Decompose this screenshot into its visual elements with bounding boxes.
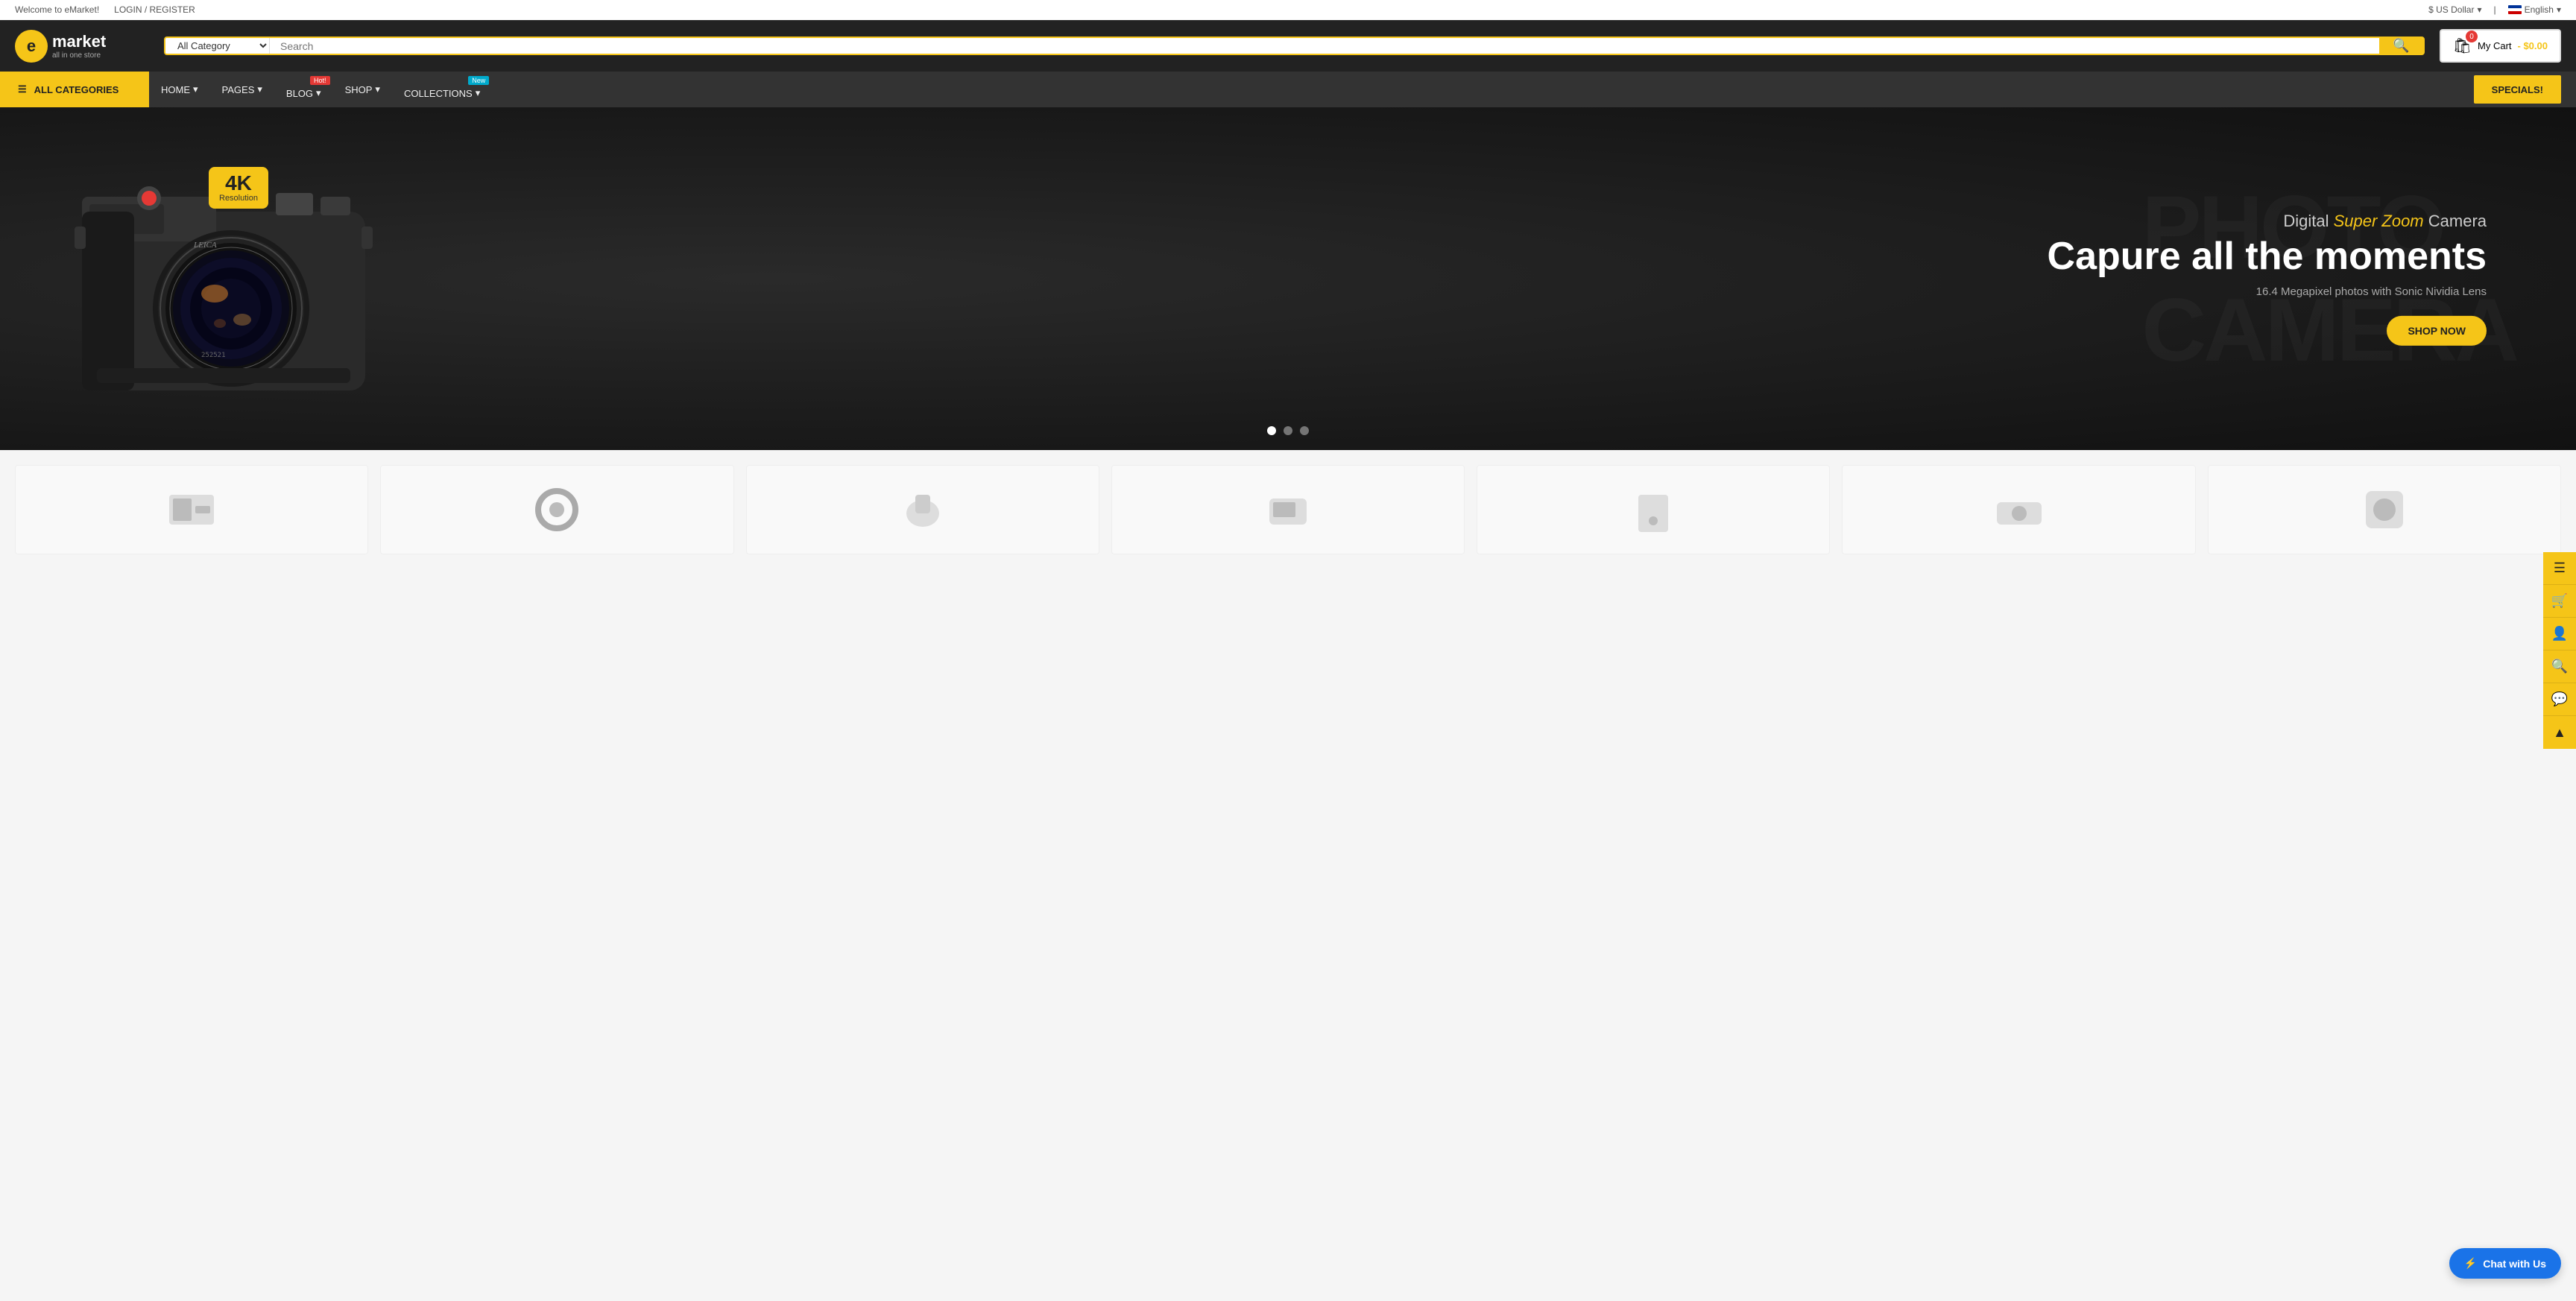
hero-description: 16.4 Megapixel photos with Sonic Nividia… [2048, 285, 2487, 298]
sidebar-menu-icon[interactable]: ☰ [2543, 552, 2576, 585]
nav-blog-arrow: ▾ [316, 87, 321, 99]
sidebar-scroll-top-icon[interactable]: ▲ [2543, 716, 2576, 749]
header: e market all in one store All Category 🔍… [0, 20, 2576, 72]
nav-blog-label: BLOG [286, 88, 313, 99]
nav-collections-arrow: ▾ [476, 87, 481, 99]
svg-text:LEICA: LEICA [193, 241, 217, 250]
collections-new-badge: New [468, 76, 489, 85]
divider: | [2493, 4, 2496, 15]
logo[interactable]: e market all in one store [15, 30, 149, 63]
nav-home-arrow: ▾ [193, 83, 198, 95]
search-bar: All Category 🔍 [164, 37, 2425, 55]
hero-subtitle-post: Camera [2424, 212, 2487, 230]
hamburger-icon: ☰ [18, 83, 27, 95]
top-bar-right: $ US Dollar ▾ | English ▾ [2428, 4, 2561, 15]
welcome-text: Welcome to eMarket! [15, 4, 99, 15]
blog-hot-badge: Hot! [310, 76, 330, 85]
product-card-5[interactable] [1477, 465, 1830, 554]
currency-chevron-icon: ▾ [2477, 4, 2481, 15]
all-categories-label: ALL CATEGORIES [34, 84, 119, 95]
search-input[interactable] [270, 38, 2379, 54]
product-card-inner-7 [2209, 466, 2560, 554]
sidebar-cart-icon[interactable]: 🛒 [2543, 585, 2576, 618]
product-card-7[interactable] [2208, 465, 2561, 554]
hero-banner: LEICA 252521 4K Resolution PHOTOCAMERA D… [0, 107, 2576, 450]
nav: ☰ ALL CATEGORIES HOME ▾ PAGES ▾ Hot! BLO… [0, 72, 2576, 107]
product-card-6[interactable] [1842, 465, 2195, 554]
lang-chevron-icon: ▾ [2557, 4, 2561, 15]
products-row [0, 450, 2576, 569]
product-card-inner-4 [1112, 466, 1464, 554]
specials-button[interactable]: SPECIALS! [2474, 75, 2561, 104]
search-button[interactable]: 🔍 [2379, 38, 2422, 54]
chat-label: Chat with Us [2483, 1258, 2546, 1270]
hero-subtitle-pre: Digital [2283, 212, 2333, 230]
badge-resolution-label: Resolution [219, 194, 258, 203]
hero-subtitle-highlight: Super Zoom [2334, 212, 2424, 230]
nav-pages-label: PAGES [222, 84, 255, 95]
product-card-inner-1 [16, 466, 367, 554]
hero-inner: LEICA 252521 4K Resolution PHOTOCAMERA D… [0, 107, 2576, 450]
hero-content: Digital Super Zoom Camera Capure all the… [2048, 212, 2487, 346]
nav-shop-label: SHOP [345, 84, 373, 95]
nav-item-blog[interactable]: Hot! BLOG ▾ [274, 72, 333, 107]
category-select[interactable]: All Category [165, 38, 270, 54]
chat-button[interactable]: ⚡ Chat with Us [2449, 1248, 2561, 1279]
product-card-inner-6 [1843, 466, 2194, 554]
logo-name: market [52, 32, 106, 51]
nav-item-home[interactable]: HOME ▾ [149, 72, 210, 107]
currency-label: $ US Dollar [2428, 4, 2474, 15]
logo-text: market all in one store [52, 32, 106, 60]
nav-home-label: HOME [161, 84, 190, 95]
product-card-1[interactable] [15, 465, 368, 554]
product-card-inner-2 [381, 466, 733, 554]
sidebar-user-icon[interactable]: 👤 [2543, 618, 2576, 650]
product-card-4[interactable] [1111, 465, 1465, 554]
login-register-link[interactable]: LOGIN / REGISTER [114, 4, 195, 15]
product-card-inner-3 [747, 466, 1099, 554]
search-icon: 🔍 [2393, 38, 2409, 53]
badge-4k: 4K Resolution [209, 167, 268, 209]
shop-now-button[interactable]: SHOP NOW [2387, 316, 2487, 346]
sidebar-icons: ☰ 🛒 👤 🔍 💬 ▲ [2543, 552, 2576, 749]
badge-4k-label: 4K [219, 173, 258, 194]
product-card-3[interactable] [746, 465, 1099, 554]
logo-icon: e [15, 30, 48, 63]
nav-item-collections[interactable]: New COLLECTIONS ▾ [392, 72, 492, 107]
top-bar-left: Welcome to eMarket! LOGIN / REGISTER [15, 4, 195, 15]
cart-badge: 0 [2466, 31, 2478, 42]
hero-dots [1267, 426, 1309, 435]
nav-pages-arrow: ▾ [257, 83, 262, 95]
hero-title: Capure all the moments [2048, 235, 2487, 278]
product-card-2[interactable] [380, 465, 733, 554]
sidebar-chat-icon[interactable]: 💬 [2543, 683, 2576, 716]
cart-icon-wrap: 🛍 0 [2453, 37, 2472, 55]
hero-dot-3[interactable] [1300, 426, 1309, 435]
product-card-inner-5 [1477, 466, 1829, 554]
hero-dot-1[interactable] [1267, 426, 1276, 435]
flag-icon [2508, 5, 2522, 14]
chat-icon: ⚡ [2464, 1257, 2477, 1270]
hero-subtitle: Digital Super Zoom Camera [2048, 212, 2487, 231]
nav-links: HOME ▾ PAGES ▾ Hot! BLOG ▾ SHOP ▾ New CO… [149, 72, 2474, 107]
svg-text:252521: 252521 [201, 352, 226, 359]
logo-tagline: all in one store [52, 51, 106, 60]
cart-button[interactable]: 🛍 0 My Cart - $0.00 [2440, 29, 2561, 63]
cart-price: - $0.00 [2518, 40, 2548, 51]
nav-item-pages[interactable]: PAGES ▾ [210, 72, 274, 107]
top-bar: Welcome to eMarket! LOGIN / REGISTER $ U… [0, 0, 2576, 20]
cart-label: My Cart [2478, 40, 2512, 51]
language-label: English [2525, 4, 2554, 15]
sidebar-search-icon[interactable]: 🔍 [2543, 650, 2576, 683]
language-selector[interactable]: English ▾ [2508, 4, 2561, 15]
nav-shop-arrow: ▾ [375, 83, 380, 95]
all-categories-button[interactable]: ☰ ALL CATEGORIES [0, 72, 149, 107]
logo-letter: e [27, 37, 36, 56]
hero-dot-2[interactable] [1284, 426, 1292, 435]
currency-selector[interactable]: $ US Dollar ▾ [2428, 4, 2481, 15]
nav-collections-label: COLLECTIONS [404, 88, 473, 99]
nav-item-shop[interactable]: SHOP ▾ [333, 72, 392, 107]
